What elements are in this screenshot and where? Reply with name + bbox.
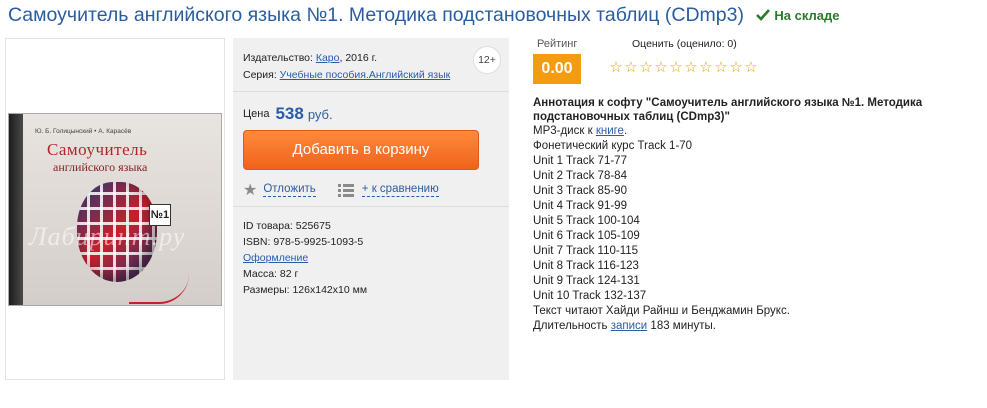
- duration-suffix: 183 минуты.: [647, 320, 716, 332]
- star-icon[interactable]: ☆: [683, 58, 698, 76]
- track-line: Фонетический курс Track 1-70: [533, 140, 693, 152]
- product-title: Самоучитель английского языка №1. Методи…: [8, 4, 744, 26]
- publisher-block: Издательство: Каро, 2016 г. Серия: Учебн…: [233, 38, 509, 92]
- track-line: Unit 7 Track 110-115: [533, 245, 639, 257]
- star-icon: ★: [243, 182, 258, 199]
- publisher-line: Издательство: Каро, 2016 г.: [243, 52, 377, 64]
- readers-line: Текст читают Хайди Райнш и Бенджамин Бру…: [533, 305, 790, 317]
- track-line: Unit 8 Track 116-123: [533, 260, 639, 272]
- cover-title: Самоучитель: [47, 140, 148, 159]
- age-rating-badge: 12+: [473, 46, 501, 74]
- star-icon[interactable]: ☆: [698, 58, 713, 76]
- cover-subtitle: английского языка: [53, 160, 148, 174]
- series-link[interactable]: Учебные пособия.Английский язык: [280, 69, 451, 81]
- track-line: Unit 1 Track 71-77: [533, 155, 627, 167]
- rate-label: Оценить (оценило: 0): [632, 38, 737, 50]
- compare-list-icon: [337, 183, 354, 197]
- product-id: ID товара: 525675: [243, 220, 331, 232]
- annotation: Аннотация к софту "Самоучитель английско…: [533, 96, 983, 334]
- track-line: Unit 6 Track 105-109: [533, 230, 640, 242]
- secondary-actions: ★ Отложить + к сравнению: [243, 180, 439, 200]
- purchase-panel: Издательство: Каро, 2016 г. Серия: Учебн…: [233, 38, 509, 380]
- star-icon[interactable]: ☆: [638, 58, 653, 76]
- divider: [233, 206, 509, 207]
- track-line: Unit 2 Track 78-84: [533, 170, 627, 182]
- cd-case-edge: [9, 114, 23, 305]
- publisher-link[interactable]: Каро: [316, 52, 340, 64]
- track-line: Unit 4 Track 91-99: [533, 200, 627, 212]
- intro-text: МР3-диск к: [533, 125, 596, 137]
- rating-label: Рейтинг: [537, 38, 578, 50]
- book-link[interactable]: книге: [596, 125, 624, 137]
- publisher-label: Издательство:: [243, 52, 313, 64]
- series-line: Серия: Учебные пособия.Английский язык: [243, 69, 450, 81]
- rating-value: 0.00: [533, 54, 581, 84]
- series-label: Серия:: [243, 69, 277, 81]
- track-line: Unit 10 Track 132-137: [533, 290, 647, 302]
- star-icon[interactable]: ☆: [623, 58, 638, 76]
- stock-status: На складе: [756, 8, 840, 23]
- star-icon[interactable]: ☆: [743, 58, 758, 76]
- price-currency: руб.: [307, 106, 333, 122]
- design-link-row: Оформление: [243, 252, 308, 264]
- price-label: Цена: [243, 108, 270, 120]
- isbn: ISBN: 978-5-9925-1093-5: [243, 236, 364, 248]
- design-link[interactable]: Оформление: [243, 252, 308, 264]
- compare-link[interactable]: + к сравнению: [361, 183, 439, 197]
- star-icon[interactable]: ☆: [653, 58, 668, 76]
- title-row: Самоучитель английского языка №1. Методи…: [8, 4, 987, 34]
- cover-authors: Ю. Б. Голицынский • А. Карасёв: [35, 128, 132, 135]
- recording-link[interactable]: записи: [611, 320, 648, 332]
- mass: Масса: 82 г: [243, 268, 299, 280]
- product-image[interactable]: Ю. Б. Голицынский • А. Карасёв Самоучите…: [5, 38, 225, 380]
- stock-status-label: На складе: [774, 8, 840, 23]
- star-icon[interactable]: ☆: [608, 58, 623, 76]
- star-icon[interactable]: ☆: [668, 58, 683, 76]
- rating-stars[interactable]: ☆ ☆ ☆ ☆ ☆ ☆ ☆ ☆ ☆ ☆: [608, 58, 758, 76]
- annotation-title: Аннотация к софту "Самоучитель английско…: [533, 97, 923, 123]
- add-to-cart-button[interactable]: Добавить в корзину: [243, 130, 479, 170]
- track-line: Unit 3 Track 85-90: [533, 185, 627, 197]
- annotation-intro: МР3-диск к книге.: [533, 124, 983, 139]
- star-icon[interactable]: ☆: [728, 58, 743, 76]
- price-row: Цена 538 руб.: [243, 104, 333, 124]
- cd-cover: Ю. Б. Голицынский • А. Карасёв Самоучите…: [8, 113, 222, 306]
- duration-prefix: Длительность: [533, 320, 611, 332]
- price-value: 538: [275, 104, 304, 123]
- star-icon[interactable]: ☆: [713, 58, 728, 76]
- postpone-link[interactable]: Отложить: [263, 183, 316, 197]
- track-line: Unit 9 Track 124-131: [533, 275, 640, 287]
- intro-suffix: .: [623, 125, 628, 137]
- watermark: Лабиринт.ру: [29, 222, 186, 251]
- dimensions: Размеры: 126x142x10 мм: [243, 284, 368, 296]
- checkmark-icon: [756, 9, 771, 21]
- track-line: Unit 5 Track 100-104: [533, 215, 640, 227]
- duration-line: Длительность записи 183 минуты.: [533, 319, 983, 334]
- publisher-year: , 2016 г.: [339, 52, 378, 64]
